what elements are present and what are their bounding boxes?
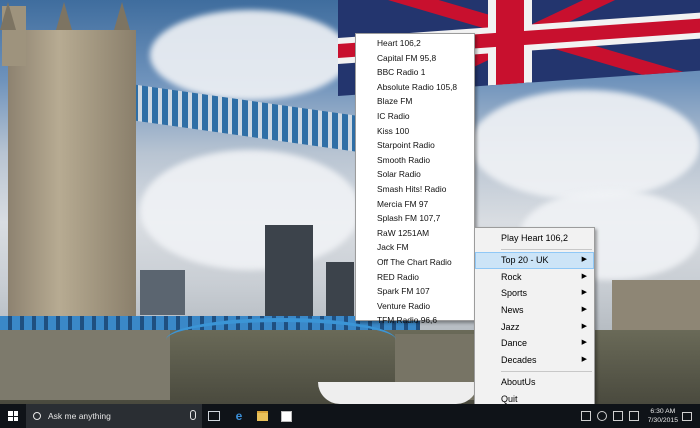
cloud (470, 90, 700, 200)
station-item-raw-1251am[interactable]: RaW 1251AM (356, 226, 474, 241)
submenu-arrow-icon: ▶ (581, 339, 587, 347)
station-item-venture-radio[interactable]: Venture Radio (356, 299, 474, 314)
menu-separator (501, 249, 592, 250)
station-item-bbc-radio-1[interactable]: BBC Radio 1 (356, 65, 474, 80)
start-button[interactable] (0, 404, 26, 428)
bridge-tower (0, 2, 136, 330)
play-station-menu-item[interactable]: Play Heart 106,2 (475, 229, 594, 248)
station-item-splash-fm[interactable]: Splash FM 107,7 (356, 211, 474, 226)
system-tray: 6:30 AM 7/30/2015 (578, 404, 700, 428)
submenu-arrow-icon: ▶ (581, 322, 587, 330)
station-item-jack-fm[interactable]: Jack FM (356, 240, 474, 255)
submenu-arrow-icon: ▶ (581, 306, 587, 314)
cloud (140, 150, 360, 270)
menu-item-sports[interactable]: Sports ▶ (475, 285, 594, 302)
radio-app-tray-icon[interactable] (580, 411, 591, 421)
edge-icon: e (235, 409, 243, 423)
submenu-arrow-icon: ▶ (581, 289, 587, 297)
dance-label: Dance (501, 338, 528, 349)
play-station-label: Play Heart 106,2 (501, 233, 569, 243)
clock[interactable]: 6:30 AM 7/30/2015 (648, 407, 678, 425)
station-item-solar-radio[interactable]: Solar Radio (356, 167, 474, 182)
chevron-up-icon[interactable] (596, 411, 607, 421)
station-item-mercia-fm[interactable]: Mercia FM 97 (356, 197, 474, 212)
windows-logo-icon (8, 411, 18, 421)
taskbar: Ask me anything e 6:30 AM 7/30/2015 (0, 404, 700, 428)
decades-label: Decades (501, 355, 537, 366)
sports-label: Sports (501, 288, 528, 299)
station-item-heart[interactable]: Heart 106,2 (356, 36, 474, 51)
edge-button[interactable]: e (228, 404, 250, 428)
store-button[interactable] (275, 404, 297, 428)
station-item-tfm-radio[interactable]: TFM Radio 96,6 (356, 313, 474, 328)
boat (318, 382, 478, 404)
submenu-arrow-icon: ▶ (581, 272, 587, 280)
microphone-icon[interactable] (190, 410, 196, 420)
station-item-red-radio[interactable]: RED Radio (356, 270, 474, 285)
folder-icon (256, 411, 268, 421)
bridge-pier (0, 330, 170, 400)
tower-spire (56, 2, 72, 30)
menu-item-about-us[interactable]: AboutUs (475, 374, 594, 391)
cortana-icon (33, 412, 41, 420)
station-list-menu: Heart 106,2 Capital FM 95,8 BBC Radio 1 … (355, 33, 475, 325)
news-label: News (501, 305, 524, 316)
menu-separator (501, 370, 592, 372)
station-item-kiss-100[interactable]: Kiss 100 (356, 124, 474, 139)
tray-context-menu: Play Heart 106,2 Top 20 - UK ▶ Rock ▶ Sp… (474, 227, 595, 407)
building (140, 270, 185, 315)
cloud (150, 10, 350, 100)
top20-label: Top 20 - UK (501, 255, 549, 265)
station-item-ic-radio[interactable]: IC Radio (356, 109, 474, 124)
task-view-button[interactable] (203, 404, 225, 428)
submenu-arrow-icon: ▶ (581, 356, 587, 364)
clock-date: 7/30/2015 (647, 417, 678, 424)
station-item-off-the-chart-radio[interactable]: Off The Chart Radio (356, 255, 474, 270)
jazz-label: Jazz (501, 321, 520, 332)
menu-item-rock[interactable]: Rock ▶ (475, 269, 594, 286)
station-item-absolute-radio[interactable]: Absolute Radio 105,8 (356, 80, 474, 95)
menu-item-dance[interactable]: Dance ▶ (475, 335, 594, 352)
search-placeholder: Ask me anything (48, 411, 111, 421)
volume-icon[interactable] (628, 411, 639, 421)
desktop-wallpaper (0, 0, 700, 404)
store-icon (280, 410, 292, 422)
search-box[interactable]: Ask me anything (26, 404, 202, 428)
station-item-smash-hits-radio[interactable]: Smash Hits! Radio (356, 182, 474, 197)
task-view-icon (208, 411, 220, 421)
skyscraper (326, 262, 354, 320)
rock-label: Rock (501, 271, 522, 282)
station-list: Heart 106,2 Capital FM 95,8 BBC Radio 1 … (356, 34, 474, 328)
clock-time: 6:30 AM (650, 408, 676, 415)
submenu-arrow-icon: ▶ (581, 256, 587, 263)
notification-icon[interactable] (682, 411, 692, 421)
station-item-capital-fm[interactable]: Capital FM 95,8 (356, 51, 474, 66)
menu-item-news[interactable]: News ▶ (475, 302, 594, 319)
tower-spire (114, 2, 130, 30)
station-item-blaze-fm[interactable]: Blaze FM (356, 94, 474, 109)
about-us-label: AboutUs (501, 376, 536, 387)
quit-label: Quit (501, 393, 518, 404)
menu-item-top20-uk[interactable]: Top 20 - UK ▶ (475, 252, 594, 269)
menu-item-jazz[interactable]: Jazz ▶ (475, 319, 594, 336)
station-item-starpoint-radio[interactable]: Starpoint Radio (356, 138, 474, 153)
tower-spire (0, 2, 16, 30)
station-item-smooth-radio[interactable]: Smooth Radio (356, 153, 474, 168)
network-icon[interactable] (612, 411, 623, 421)
file-explorer-button[interactable] (251, 404, 273, 428)
skyscraper (265, 225, 313, 320)
menu-item-decades[interactable]: Decades ▶ (475, 352, 594, 369)
station-item-spark-fm[interactable]: Spark FM 107 (356, 284, 474, 299)
